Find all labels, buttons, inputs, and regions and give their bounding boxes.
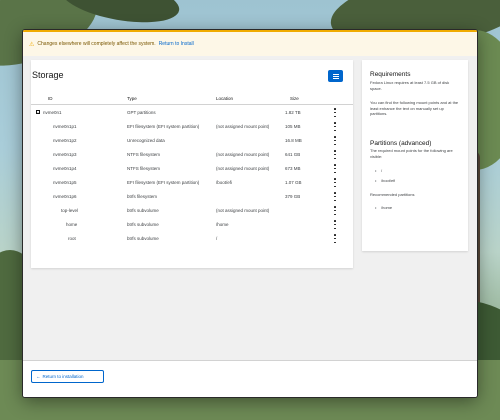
- row-location: (not assigned mount point): [216, 152, 270, 157]
- recommended-label: Recommended partitions: [370, 192, 415, 197]
- row-type: EFI filesystem (EFI system partition): [127, 124, 200, 129]
- header-divider: [31, 104, 353, 105]
- partitions-advanced-title: Partitions (advanced): [370, 140, 432, 147]
- row-actions-icon[interactable]: [331, 150, 339, 159]
- return-to-installation-button[interactable]: ← Return to installation: [31, 370, 104, 383]
- row-type: NTFS filesystem: [127, 166, 161, 171]
- column-id: ID: [48, 96, 53, 101]
- table-row[interactable]: root btrfs subvolume /: [31, 232, 353, 246]
- partitions-advanced-text: The required mount points for the follow…: [370, 148, 453, 159]
- warning-alert: ⚠ Changes elsewhere will completely affe…: [23, 30, 477, 56]
- row-id: nvme0n1p3: [53, 152, 77, 157]
- row-type: btrfs subvolume: [127, 236, 159, 241]
- required-mount-root: /: [374, 168, 382, 173]
- row-size: 641 GB: [285, 152, 301, 157]
- table-row[interactable]: − nvme0n1 GPT partitions 1.82 TB: [31, 106, 353, 120]
- row-size: 379 GB: [285, 194, 301, 199]
- row-id: home: [66, 222, 78, 227]
- table-row[interactable]: nvme0n1p3 NTFS filesystem (not assigned …: [31, 148, 353, 162]
- column-type: Type: [127, 96, 137, 101]
- storage-title: Storage: [32, 70, 64, 80]
- alert-text: Changes elsewhere will completely affect…: [37, 41, 156, 47]
- row-id: top-level: [61, 208, 79, 213]
- row-actions-icon[interactable]: [331, 192, 339, 201]
- storage-menu-button[interactable]: [328, 70, 343, 82]
- return-button-label: Return to installation: [42, 374, 84, 379]
- installer-window: ⚠ Changes elsewhere will completely affe…: [23, 30, 477, 397]
- row-location: /: [216, 236, 218, 241]
- row-type: EFI filesystem (EFI system partition): [127, 180, 200, 185]
- row-id: nvme0n1p4: [53, 166, 77, 171]
- requirements-note: You can find the following mount points …: [370, 100, 459, 116]
- storage-table-header: ID Type Location Size: [31, 94, 353, 104]
- row-id: root: [68, 236, 76, 241]
- row-type: NTFS filesystem: [127, 152, 161, 157]
- required-mount-boot-efi: /boot/efi: [375, 178, 395, 183]
- row-location: /home: [216, 222, 229, 227]
- requirements-text: Fedora Linux requires at least 7.5 GB of…: [370, 80, 450, 91]
- recommended-mount-home: /home: [375, 205, 392, 210]
- row-id: nvme0n1p1: [53, 124, 77, 129]
- row-location: (not assigned mount point): [216, 208, 270, 213]
- row-location: (not assigned mount point): [216, 166, 270, 171]
- table-row[interactable]: nvme0n1p1 EFI filesystem (EFI system par…: [31, 120, 353, 134]
- warning-icon: ⚠: [29, 41, 35, 48]
- table-row[interactable]: nvme0n1p5 EFI filesystem (EFI system par…: [31, 176, 353, 190]
- row-type: GPT partitions: [127, 110, 156, 115]
- row-id: nvme0n1p2: [53, 138, 77, 143]
- row-id: nvme0n1p5: [53, 180, 77, 185]
- table-row[interactable]: nvme0n1p2 Unrecognized data 16.8 MB: [31, 134, 353, 148]
- row-size: 1.82 TB: [285, 110, 301, 115]
- row-type: btrfs subvolume: [127, 208, 159, 213]
- row-location: (not assigned mount point): [216, 124, 270, 129]
- row-location: /boot/efi: [216, 180, 233, 185]
- row-actions-icon[interactable]: [331, 234, 339, 243]
- table-row[interactable]: home btrfs subvolume /home: [31, 218, 353, 232]
- row-actions-icon[interactable]: [331, 220, 339, 229]
- row-actions-icon[interactable]: [331, 136, 339, 145]
- row-size: 105 MB: [285, 124, 301, 129]
- table-row[interactable]: nvme0n1p4 NTFS filesystem (not assigned …: [31, 162, 353, 176]
- row-type: btrfs subvolume: [127, 222, 159, 227]
- row-actions-icon[interactable]: [331, 122, 339, 131]
- row-size: 673 MB: [285, 166, 301, 171]
- row-size: 1.07 GB: [285, 180, 302, 185]
- hamburger-icon: [332, 75, 339, 77]
- arrow-left-icon: ←: [36, 374, 41, 379]
- row-actions-icon[interactable]: [331, 178, 339, 187]
- row-id: nvme0n1p6: [53, 194, 77, 199]
- row-id: nvme0n1: [43, 110, 62, 115]
- table-row[interactable]: top-level btrfs subvolume (not assigned …: [31, 204, 353, 218]
- row-type: Unrecognized data: [127, 138, 165, 143]
- collapse-icon[interactable]: −: [36, 110, 40, 114]
- row-type: btrfs filesystem: [127, 194, 158, 199]
- row-actions-icon[interactable]: [331, 206, 339, 215]
- column-location: Location: [216, 96, 234, 101]
- column-size: Size: [290, 96, 299, 101]
- requirements-title: Requirements: [370, 71, 411, 78]
- table-row[interactable]: nvme0n1p6 btrfs filesystem 379 GB: [31, 190, 353, 204]
- return-to-install-link[interactable]: Return to Install: [159, 41, 194, 47]
- row-actions-icon[interactable]: [331, 108, 339, 117]
- row-actions-icon[interactable]: [331, 164, 339, 173]
- row-size: 16.8 MB: [285, 138, 302, 143]
